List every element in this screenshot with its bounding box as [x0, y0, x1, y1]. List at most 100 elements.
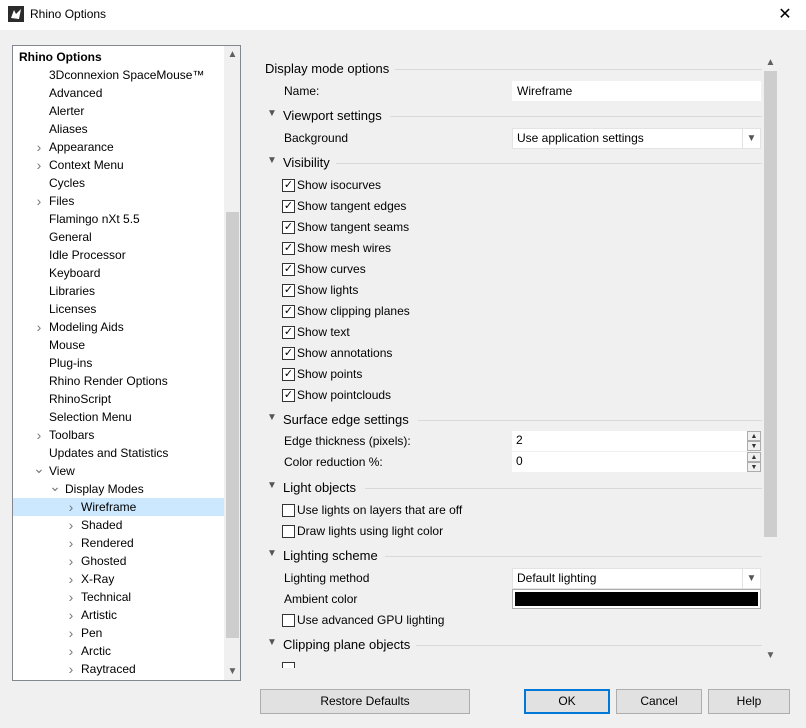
checkbox-checked[interactable]: ✓	[282, 179, 295, 192]
tree-scroll-thumb[interactable]	[226, 212, 239, 638]
checkbox-row[interactable]: ✓ Show clipping planes	[282, 301, 752, 322]
tree-item[interactable]: › Appearance	[13, 138, 224, 156]
restore-defaults-button[interactable]: Restore Defaults	[260, 689, 470, 714]
tree-item[interactable]: ⌄ View	[13, 461, 224, 480]
chevron-right-icon[interactable]: ›	[65, 552, 77, 570]
spin-up-icon[interactable]: ▲	[747, 431, 761, 441]
checkbox-row[interactable]: ✓ Show pointclouds	[282, 385, 752, 406]
lighting-scheme-header[interactable]: ▼ Lighting scheme	[250, 545, 762, 566]
tree-item[interactable]: RhinoScript	[13, 390, 224, 408]
checkbox-checked[interactable]: ✓	[282, 305, 295, 318]
light-objects-header[interactable]: ▼ Light objects	[250, 477, 762, 498]
tree-item[interactable]: Mouse	[13, 336, 224, 354]
tree-scrollbar[interactable]: ▲ ▼	[224, 46, 240, 680]
tree-item[interactable]: › Context Menu	[13, 156, 224, 174]
checkbox-checked[interactable]: ✓	[282, 326, 295, 339]
tree-item[interactable]: Flamingo nXt 5.5	[13, 210, 224, 228]
color-reduction-input[interactable]: 0 ▲ ▼	[512, 452, 761, 472]
scroll-up-icon[interactable]: ▲	[762, 54, 779, 71]
tree-item[interactable]: Idle Processor	[13, 246, 224, 264]
chevron-right-icon[interactable]: ›	[33, 426, 45, 444]
chevron-right-icon[interactable]: ›	[65, 624, 77, 642]
checkbox-checked[interactable]: ✓	[282, 389, 295, 402]
gpu-lighting-checkbox[interactable]	[282, 614, 295, 627]
checkbox-row[interactable]: ✓ Show mesh wires	[282, 238, 752, 259]
options-tree[interactable]: Rhino Options 3Dconnexion SpaceMouse™ Adva…	[12, 45, 241, 681]
lighting-method-select[interactable]: Default lighting ▼	[512, 568, 761, 589]
chevron-right-icon[interactable]: ›	[33, 192, 45, 210]
checkbox-unchecked[interactable]	[282, 504, 295, 517]
clipping-plane-header[interactable]: ▼ Clipping plane objects	[250, 634, 762, 655]
tree-item[interactable]: › Modeling Aids	[13, 318, 224, 336]
checkbox-row[interactable]: ✓ Show curves	[282, 259, 752, 280]
chevron-down-icon[interactable]: ▼	[267, 412, 277, 423]
tree-item[interactable]: › Files	[13, 192, 224, 210]
checkbox-checked[interactable]: ✓	[282, 347, 295, 360]
checkbox-checked[interactable]: ✓	[282, 368, 295, 381]
tree-item[interactable]: Licenses	[13, 300, 224, 318]
scroll-down-icon[interactable]: ▼	[224, 663, 240, 680]
tree-item[interactable]: › Technical	[13, 588, 224, 606]
background-select[interactable]: Use application settings ▼	[512, 128, 761, 149]
checkbox-row[interactable]: Use lights on layers that are off	[282, 500, 752, 521]
name-input[interactable]: Wireframe	[512, 81, 761, 101]
tree-item[interactable]: ⌄ Display Modes	[13, 479, 224, 498]
chevron-down-icon[interactable]: ▼	[267, 548, 277, 559]
chevron-down-icon[interactable]: ⌄	[49, 479, 61, 498]
visibility-header[interactable]: ▼ Visibility	[250, 152, 762, 173]
chevron-right-icon[interactable]: ›	[65, 570, 77, 588]
spin-down-icon[interactable]: ▼	[747, 462, 761, 472]
tree-item[interactable]: › Toolbars	[13, 426, 224, 444]
checkbox-unchecked[interactable]	[282, 525, 295, 538]
chevron-down-icon[interactable]: ▼	[267, 155, 277, 166]
chevron-down-icon[interactable]: ▼	[742, 129, 760, 148]
surface-edge-header[interactable]: ▼ Surface edge settings	[250, 409, 762, 430]
chevron-right-icon[interactable]: ›	[33, 156, 45, 174]
chevron-right-icon[interactable]: ›	[65, 516, 77, 534]
checkbox-row[interactable]: ✓ Show isocurves	[282, 175, 752, 196]
checkbox-checked[interactable]: ✓	[282, 221, 295, 234]
color-reduction-stepper[interactable]: ▲ ▼	[747, 452, 761, 472]
chevron-right-icon[interactable]: ›	[65, 498, 77, 516]
tree-item[interactable]: Selection Menu	[13, 408, 224, 426]
chevron-right-icon[interactable]: ›	[65, 534, 77, 552]
tree-item[interactable]: Cycles	[13, 174, 224, 192]
checkbox-checked[interactable]: ✓	[282, 263, 295, 276]
tree-item[interactable]: Rhino Render Options	[13, 372, 224, 390]
chevron-down-icon[interactable]: ⌄	[33, 461, 45, 480]
chevron-right-icon[interactable]: ›	[65, 642, 77, 660]
tree-item[interactable]: › Shaded	[13, 516, 224, 534]
tree-item[interactable]: › X-Ray	[13, 570, 224, 588]
tree-item[interactable]: › Ghosted	[13, 552, 224, 570]
close-button[interactable]: ✕	[770, 4, 800, 26]
chevron-right-icon[interactable]: ›	[65, 588, 77, 606]
checkbox-row[interactable]: ✓ Show annotations	[282, 343, 752, 364]
clipping-partial-checkbox-row[interactable]	[282, 658, 752, 668]
tree-item[interactable]: General	[13, 228, 224, 246]
checkbox-row[interactable]: ✓ Show lights	[282, 280, 752, 301]
options-scrollbar[interactable]: ▲ ▼	[762, 54, 779, 664]
tree-item[interactable]: › Arctic	[13, 642, 224, 660]
checkbox-row[interactable]: ✓ Show tangent edges	[282, 196, 752, 217]
chevron-down-icon[interactable]: ▼	[742, 569, 760, 588]
tree-item[interactable]: Libraries	[13, 282, 224, 300]
checkbox-row[interactable]: ✓ Show text	[282, 322, 752, 343]
tree-item[interactable]: › Pen	[13, 624, 224, 642]
tree-item[interactable]: Plug-ins	[13, 354, 224, 372]
tree-item[interactable]: Alerter	[13, 102, 224, 120]
ok-button[interactable]: OK	[524, 689, 610, 714]
checkbox-checked[interactable]: ✓	[282, 284, 295, 297]
tree-item[interactable]: › Rendered	[13, 534, 224, 552]
tree-item[interactable]: Rhino Options	[13, 48, 224, 66]
cancel-button[interactable]: Cancel	[616, 689, 702, 714]
tree-item[interactable]: › Wireframe	[13, 498, 224, 516]
chevron-right-icon[interactable]: ›	[65, 660, 77, 678]
chevron-down-icon[interactable]: ▼	[267, 637, 277, 648]
edge-thickness-input[interactable]: 2 ▲ ▼	[512, 431, 761, 451]
checkbox-checked[interactable]: ✓	[282, 242, 295, 255]
tree-item[interactable]: 3Dconnexion SpaceMouse™	[13, 66, 224, 84]
checkbox-row[interactable]: ✓ Show points	[282, 364, 752, 385]
ambient-color-button[interactable]	[512, 589, 761, 609]
tree-item[interactable]: › Artistic	[13, 606, 224, 624]
chevron-right-icon[interactable]: ›	[33, 138, 45, 156]
